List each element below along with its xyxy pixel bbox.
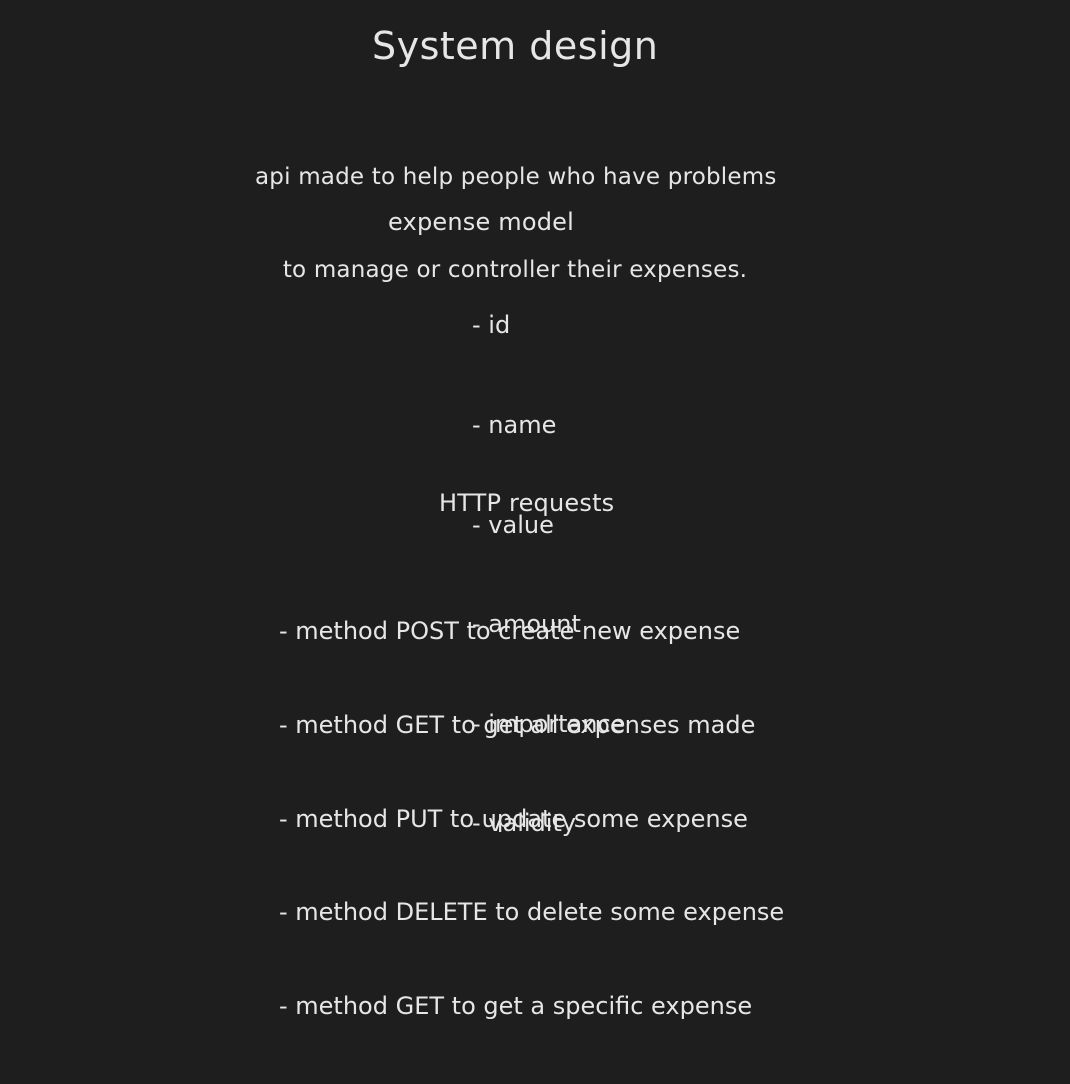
request-put-update: - method PUT to update some expense	[279, 804, 748, 833]
expense-model-title: expense model	[388, 208, 574, 236]
field-name: - name	[472, 411, 557, 440]
description-line: api made to help people who have problem…	[255, 164, 777, 190]
diagram-canvas: System design api made to help people wh…	[0, 0, 1070, 1020]
field-id: - id	[472, 311, 511, 340]
request-post-create: - method POST to create new expense	[279, 617, 741, 646]
request-delete: - method DELETE to delete some expense	[279, 898, 785, 927]
page-title: System design	[372, 24, 659, 68]
request-get-all: - method GET to get all expenses made	[279, 711, 756, 740]
request-get-specific: - method GET to get a specific expense	[279, 991, 753, 1020]
http-requests-title: HTTP requests	[439, 489, 615, 517]
http-requests-list: - method POST to create new expense - me…	[279, 554, 784, 1084]
